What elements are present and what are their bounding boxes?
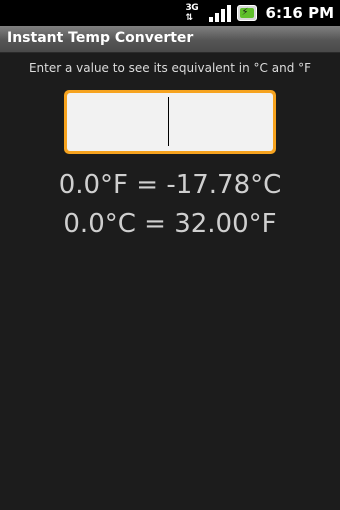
instructions-text: Enter a value to see its equivalent in °…: [28, 61, 312, 75]
network-label: 3G: [185, 3, 199, 13]
fahrenheit-to-celsius-result: 0.0°F = -17.78°C: [58, 170, 282, 200]
title-bar: Instant Temp Converter: [0, 26, 340, 53]
network-arrows: ⇅: [185, 13, 194, 23]
clock: 6:16 PM: [265, 4, 334, 22]
status-icons: 3G ⇅ ⚡ 6:16 PM: [184, 0, 340, 26]
celsius-to-fahrenheit-result: 0.0°C = 32.00°F: [63, 209, 277, 239]
3g-data-icon: 3G ⇅: [184, 2, 206, 24]
temperature-input-focus-ring: [64, 90, 276, 154]
battery-charging-icon: ⚡: [236, 2, 260, 24]
text-cursor: [168, 97, 169, 146]
signal-icon: [208, 2, 233, 24]
temperature-input[interactable]: [67, 93, 273, 151]
status-bar: 3G ⇅ ⚡ 6:16 PM: [0, 0, 340, 26]
app-title: Instant Temp Converter: [7, 30, 194, 46]
